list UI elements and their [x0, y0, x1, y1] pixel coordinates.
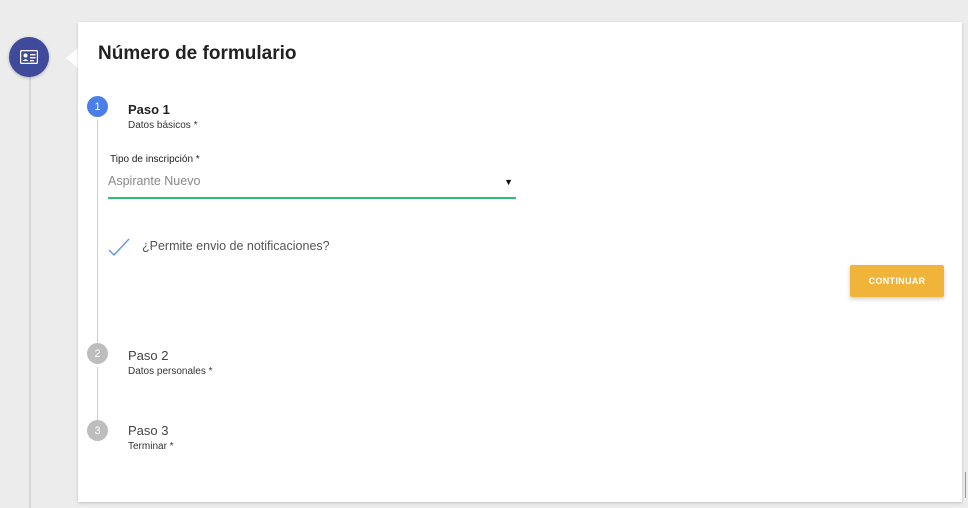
- inscription-type-label: Tipo de inscripción *: [110, 154, 200, 165]
- step-2-indicator[interactable]: 2: [87, 343, 108, 364]
- notifications-checkbox-label: ¿Permite envio de notificaciones?: [142, 239, 330, 253]
- step-1-title[interactable]: Paso 1: [128, 102, 170, 117]
- step-3-indicator[interactable]: 3: [87, 420, 108, 441]
- form-card: Número de formulario 1 Paso 1 Datos bási…: [78, 22, 962, 502]
- dropdown-arrow-icon: ▼: [504, 177, 513, 187]
- continue-button[interactable]: CONTINUAR: [850, 265, 944, 297]
- notifications-checkbox[interactable]: ¿Permite envio de notificaciones?: [108, 234, 428, 256]
- check-icon: [108, 238, 130, 256]
- step-connector-2: [97, 367, 98, 423]
- scroll-indicator: [965, 472, 966, 498]
- step-1-subtitle: Datos básicos *: [128, 120, 198, 131]
- step-1-indicator[interactable]: 1: [87, 96, 108, 117]
- page-title: Número de formulario: [98, 43, 297, 64]
- step-3-subtitle: Terminar *: [128, 441, 174, 452]
- step-connector-1: [97, 120, 98, 348]
- timeline-line: [29, 60, 31, 508]
- id-card-icon: [20, 50, 38, 64]
- step-2-title[interactable]: Paso 2: [128, 348, 168, 363]
- form-badge: [9, 37, 49, 77]
- inscription-type-value: Aspirante Nuevo: [108, 174, 201, 188]
- step-2-subtitle: Datos personales *: [128, 366, 213, 377]
- inscription-type-select[interactable]: Aspirante Nuevo ▼: [108, 169, 516, 199]
- step-3-title[interactable]: Paso 3: [128, 423, 168, 438]
- card-pointer: [66, 48, 78, 68]
